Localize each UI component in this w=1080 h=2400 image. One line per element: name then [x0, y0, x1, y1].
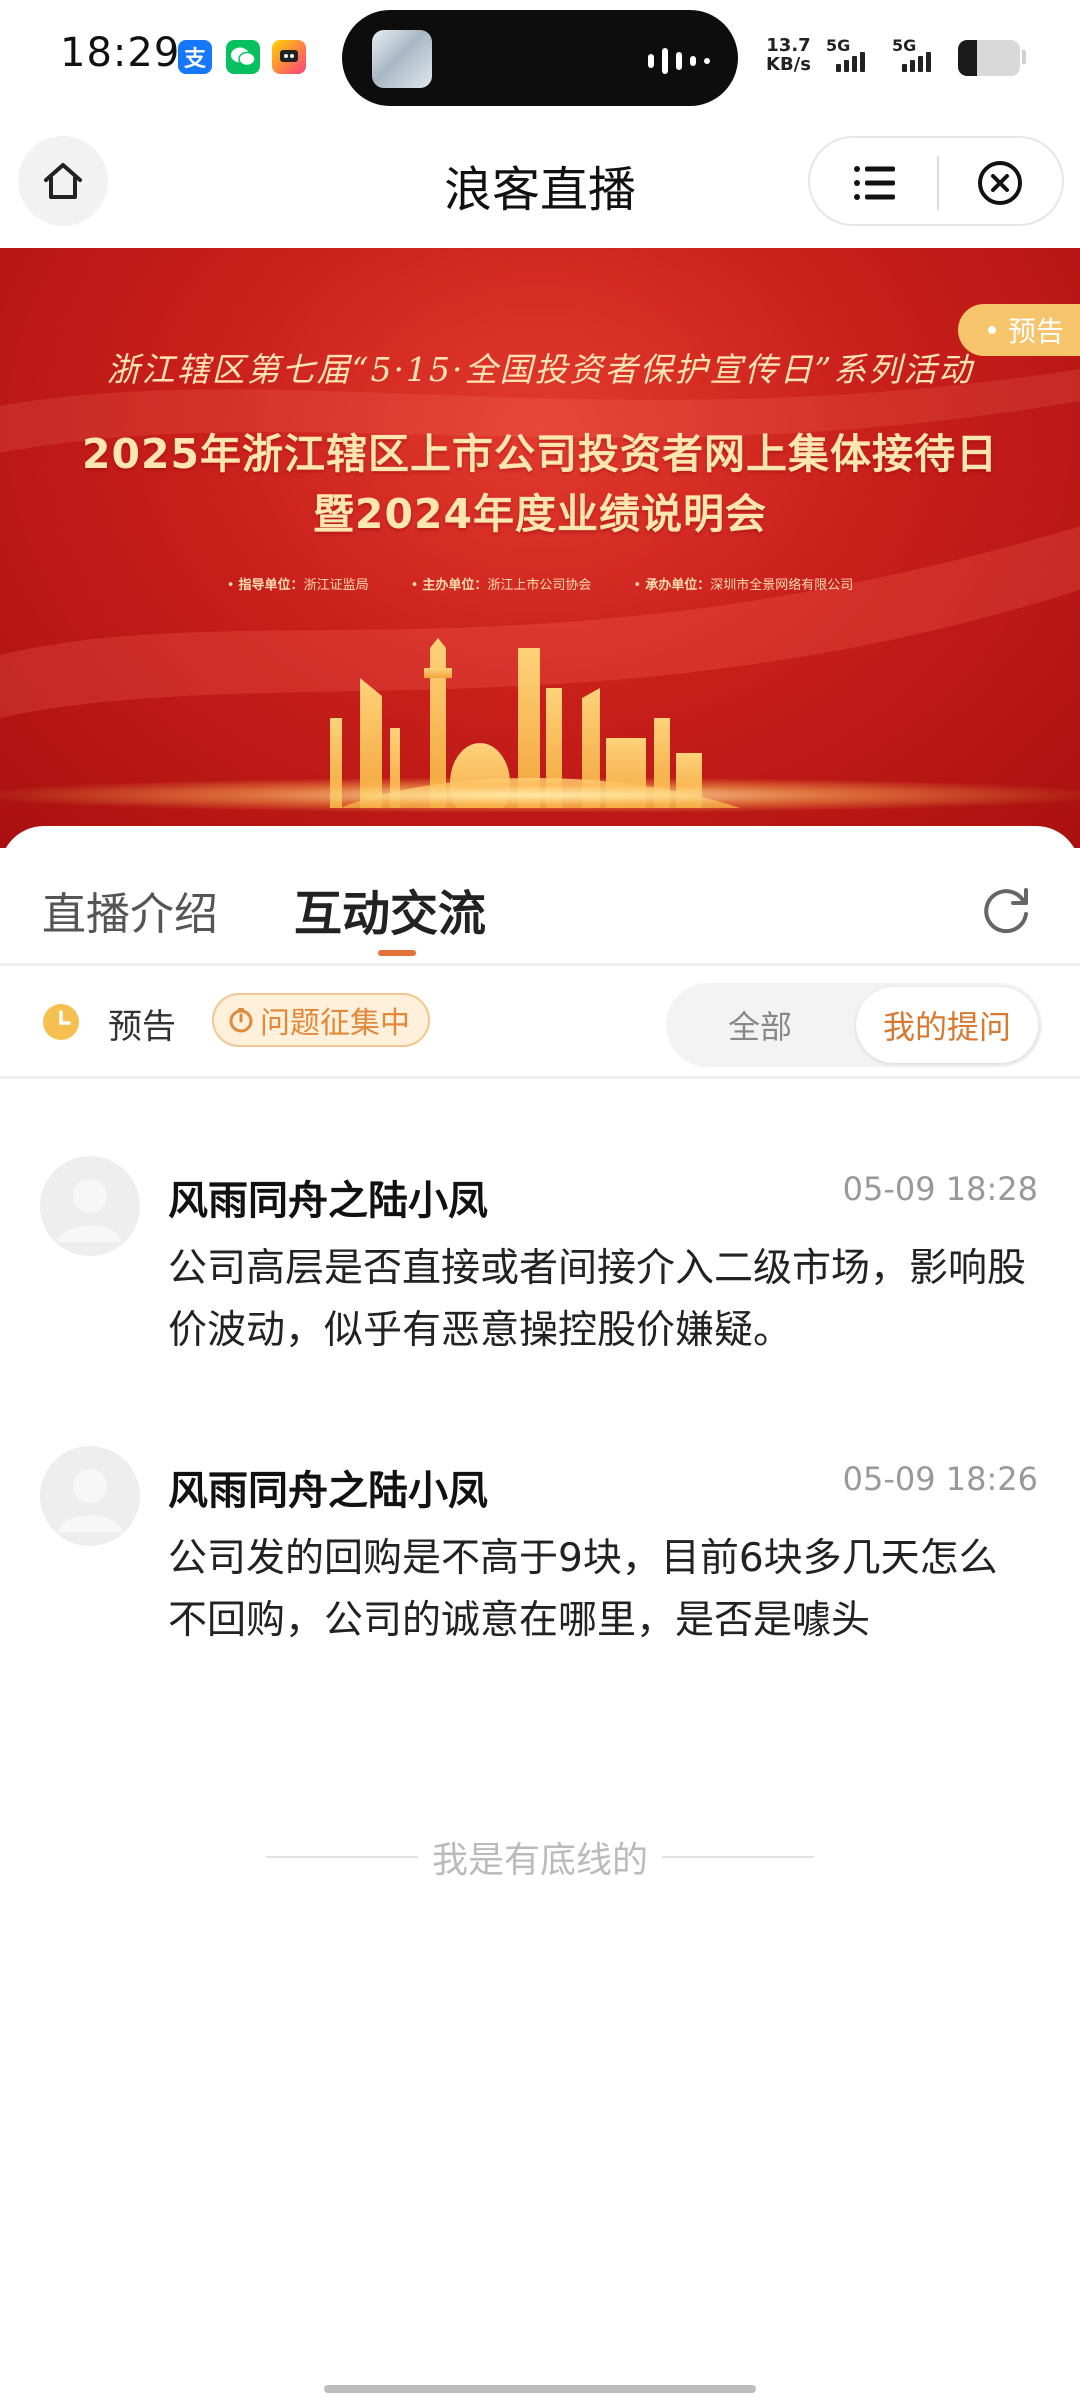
home-icon — [44, 163, 82, 199]
segment-all[interactable]: 全部 — [666, 983, 854, 1067]
alipay-icon: 支 — [178, 40, 212, 74]
question-item[interactable]: 风雨同舟之陆小凤 05-09 18:28 公司高层是否直接或者间接介入二级市场，… — [0, 1156, 1080, 1406]
page-title: 浪客直播 — [443, 162, 636, 218]
home-button[interactable] — [18, 136, 108, 226]
refresh-icon — [984, 888, 1028, 934]
default-avatar-icon — [58, 1179, 122, 1242]
question-user-name: 风雨同舟之陆小凤 — [168, 1468, 488, 1514]
timer-icon — [229, 1008, 253, 1033]
preview-badge: 预告 — [957, 304, 1080, 356]
org-guide: • 指导单位：浙江证监局 — [226, 578, 369, 593]
question-user-name: 风雨同舟之陆小凤 — [168, 1178, 488, 1224]
net-speed-value: 13.7 — [766, 35, 811, 56]
menu-list-icon — [854, 166, 895, 200]
game-app-icon — [272, 40, 306, 74]
default-avatar-icon — [58, 1469, 122, 1532]
wechat-icon — [226, 40, 260, 74]
status-bar: 18:29 支 13.7 KB/s 5G 5G — [0, 0, 1080, 118]
banner-pre-title: 浙江辖区第七届“5·15·全国投资者保护宣传日”系列活动 — [106, 350, 974, 389]
active-tab-indicator — [378, 950, 416, 956]
tab-bar: 直播介绍 互动交流 — [0, 826, 1080, 966]
question-text: 公司高层是否直接或者间接介入二级市场，影响股价波动，似乎有恶意操控股价嫌疑。 — [168, 1246, 1027, 1353]
preview-badge-label: 预告 — [1007, 315, 1064, 348]
network-speed: 13.7 KB/s — [766, 36, 811, 74]
banner-glow — [0, 778, 1080, 812]
capsule-divider — [937, 156, 939, 210]
clock-icon — [43, 1004, 79, 1040]
org-organizer: • 承办单位：深圳市全景网络有限公司 — [633, 578, 854, 593]
close-button[interactable] — [960, 156, 1040, 210]
question-time: 05-09 18:26 — [842, 1460, 1038, 1498]
battery-cap — [1022, 50, 1026, 64]
close-circle-icon — [978, 161, 1022, 205]
question-time: 05-09 18:28 — [842, 1170, 1038, 1208]
avatar[interactable] — [40, 1446, 140, 1546]
question-text: 公司发的回购是不高于9块，目前6块多几天怎么不回购，公司的诚意在哪里，是否是噱头 — [168, 1536, 998, 1643]
banner-title-line1: 2025年浙江辖区上市公司投资者网上集体接待日 — [81, 430, 999, 478]
home-indicator[interactable] — [324, 2385, 756, 2393]
live-status-text: 预告 — [108, 1007, 176, 1047]
tab-interaction[interactable]: 互动交流 — [294, 874, 486, 944]
dynamic-island[interactable] — [342, 10, 738, 106]
org-host: • 主办单位：浙江上市公司协会 — [410, 578, 592, 593]
battery-icon — [958, 40, 1020, 76]
audio-wave-icon — [648, 48, 710, 74]
media-thumbnail[interactable] — [372, 30, 432, 88]
question-filter-segment: 全部 我的提问 — [666, 983, 1042, 1067]
banner-organizers: • 指导单位：浙江证监局 • 主办单位：浙江上市公司协会 • 承办单位：深圳市全… — [0, 574, 1080, 593]
banner-title-line2: 暨2024年度业绩说明会 — [312, 490, 768, 538]
status-time: 18:29 — [60, 30, 181, 76]
net-speed-unit: KB/s — [766, 54, 811, 75]
list-end-text: 我是有底线的 — [432, 1840, 649, 1881]
content-sheet: 直播介绍 互动交流 预告 问题征集中 全部 我的提问 风雨同舟之陆小凤 05-0… — [0, 826, 1080, 2400]
event-banner[interactable]: 浙江辖区第七届“5·15·全国投资者保护宣传日”系列活动 2025年浙江辖区上市… — [0, 248, 1080, 848]
question-item[interactable]: 风雨同舟之陆小凤 05-09 18:26 公司发的回购是不高于9块，目前6块多几… — [0, 1446, 1080, 1696]
end-line-left — [266, 1856, 418, 1858]
question-collecting-badge: 问题征集中 — [212, 993, 430, 1047]
segment-my-questions[interactable]: 我的提问 — [856, 987, 1038, 1063]
filter-bar: 预告 问题征集中 全部 我的提问 — [0, 969, 1080, 1079]
tab-live-intro[interactable]: 直播介绍 — [42, 878, 218, 942]
avatar[interactable] — [40, 1156, 140, 1256]
miniapp-capsule — [808, 136, 1064, 226]
question-collecting-label: 问题征集中 — [260, 1006, 410, 1041]
end-line-right — [662, 1856, 815, 1858]
refresh-button[interactable] — [976, 880, 1036, 940]
menu-button[interactable] — [840, 156, 910, 210]
nav-bar: 浪客直播 — [0, 118, 1080, 248]
list-end-marker: 我是有底线的 — [266, 1832, 815, 1882]
